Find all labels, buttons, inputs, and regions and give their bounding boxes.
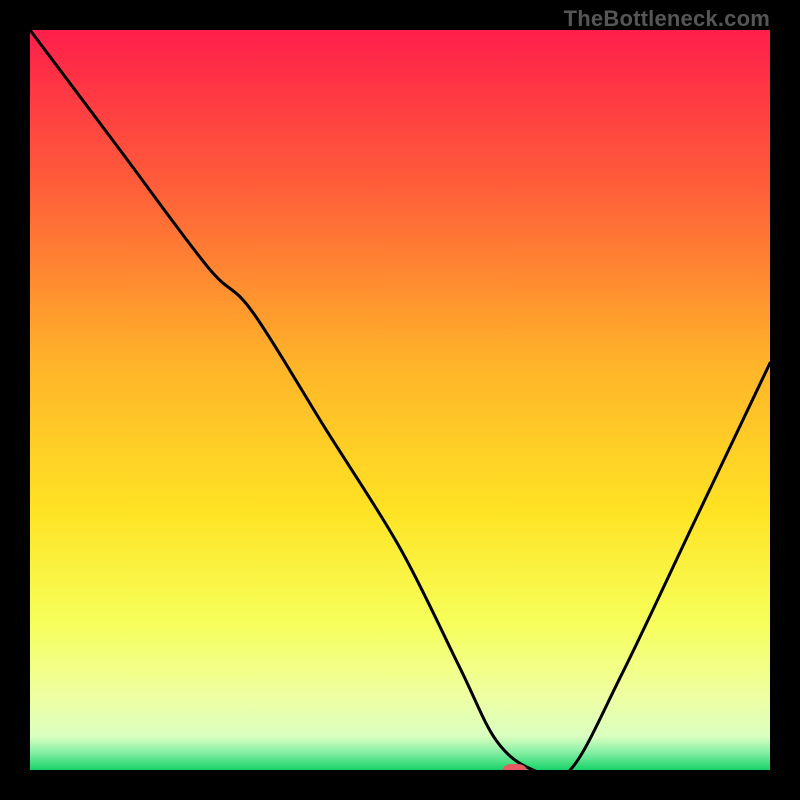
chart-frame: TheBottleneck.com	[0, 0, 800, 800]
chart-svg	[30, 30, 770, 770]
watermark-text: TheBottleneck.com	[564, 6, 770, 32]
gradient-background	[30, 30, 770, 770]
plot-area	[30, 30, 770, 770]
